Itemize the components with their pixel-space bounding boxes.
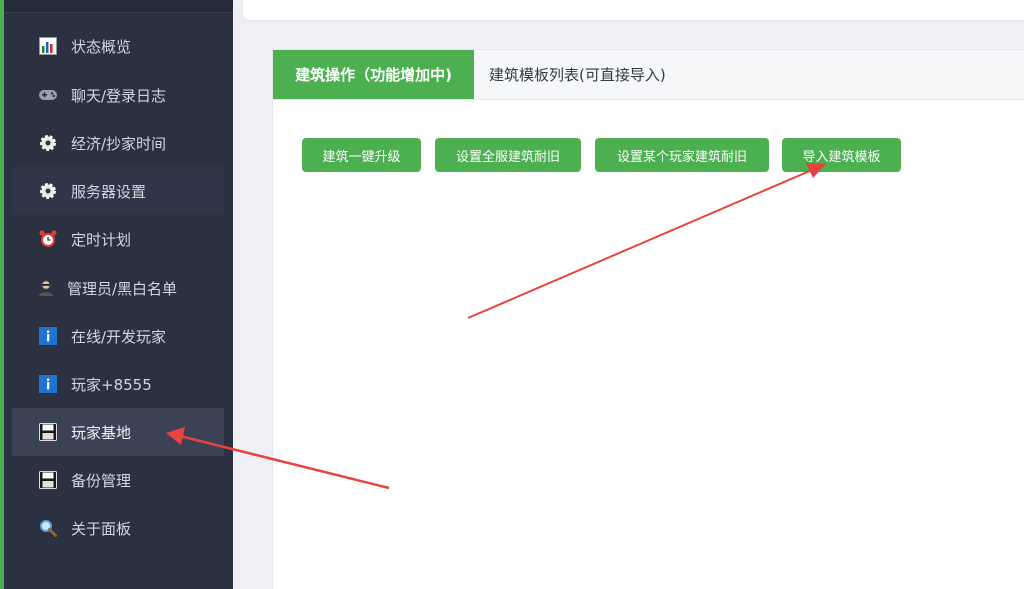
sidebar-item-player-base[interactable]: 玩家基地 xyxy=(12,408,224,456)
building-upgrade-button[interactable]: 建筑一键升级 xyxy=(302,138,421,172)
sidebar-item-status-overview[interactable]: 状态概览 xyxy=(12,22,224,70)
sidebar-item-label: 关于面板 xyxy=(71,519,132,538)
tab-bar: 建筑操作（功能增加中) 建筑模板列表(可直接导入) xyxy=(273,50,1024,100)
building-panel: 建筑操作（功能增加中) 建筑模板列表(可直接导入) 建筑一键升级 设置全服建筑耐… xyxy=(272,49,1024,589)
bar-chart-icon xyxy=(38,36,58,56)
sidebar-item-label: 备份管理 xyxy=(71,471,132,490)
sidebar-item-label: 玩家基地 xyxy=(71,423,132,442)
sidebar-item-label: 在线/开发玩家 xyxy=(71,327,167,346)
magnifier-icon xyxy=(38,518,58,538)
sidebar-item-online-players[interactable]: 在线/开发玩家 xyxy=(12,312,224,360)
sidebar-item-label: 状态概览 xyxy=(71,37,132,56)
sidebar-item-economy[interactable]: 经济/抄家时间 xyxy=(12,119,224,167)
admin-user-icon xyxy=(36,278,56,298)
import-template-button[interactable]: 导入建筑模板 xyxy=(782,138,901,172)
sidebar-item-server-settings[interactable]: 服务器设置 xyxy=(12,167,224,215)
sidebar-header xyxy=(4,0,233,12)
floppy-disk-icon xyxy=(38,422,58,442)
sidebar-item-label: 聊天/登录日志 xyxy=(71,86,167,105)
floppy-disk-icon xyxy=(38,470,58,490)
sidebar-item-players-8555[interactable]: 玩家+8555 xyxy=(12,360,224,408)
top-card xyxy=(243,0,1024,20)
sidebar-item-label: 定时计划 xyxy=(71,230,132,249)
sidebar-item-backup-management[interactable]: 备份管理 xyxy=(12,456,224,504)
alarm-clock-icon xyxy=(38,229,58,249)
sidebar-item-chat-login-log[interactable]: 聊天/登录日志 xyxy=(12,71,224,119)
sidebar-item-admin-blacklist[interactable]: 管理员/黑白名单 xyxy=(12,264,224,312)
sidebar-item-label: 服务器设置 xyxy=(71,182,147,201)
sidebar-item-label: 玩家+8555 xyxy=(71,375,152,394)
gamepad-icon xyxy=(38,85,58,105)
set-all-durability-button[interactable]: 设置全服建筑耐旧 xyxy=(435,138,581,172)
sidebar: 状态概览 聊天/登录日志 经济/抄家时间 服务器设置 定时计划 管理员/黑白名单 xyxy=(4,0,233,589)
info-icon xyxy=(38,374,58,394)
gear-icon xyxy=(38,181,58,201)
sidebar-divider xyxy=(4,12,233,13)
sidebar-item-scheduled-tasks[interactable]: 定时计划 xyxy=(12,215,224,263)
sidebar-item-label: 管理员/黑白名单 xyxy=(67,279,178,298)
sidebar-item-label: 经济/抄家时间 xyxy=(71,134,167,153)
tab-building-operations[interactable]: 建筑操作（功能增加中) xyxy=(273,50,474,99)
sidebar-item-about-panel[interactable]: 关于面板 xyxy=(12,504,224,552)
tab-building-template-list[interactable]: 建筑模板列表(可直接导入) xyxy=(489,50,666,99)
set-player-durability-button[interactable]: 设置某个玩家建筑耐旧 xyxy=(595,138,769,172)
info-icon xyxy=(38,326,58,346)
gear-icon xyxy=(38,133,58,153)
